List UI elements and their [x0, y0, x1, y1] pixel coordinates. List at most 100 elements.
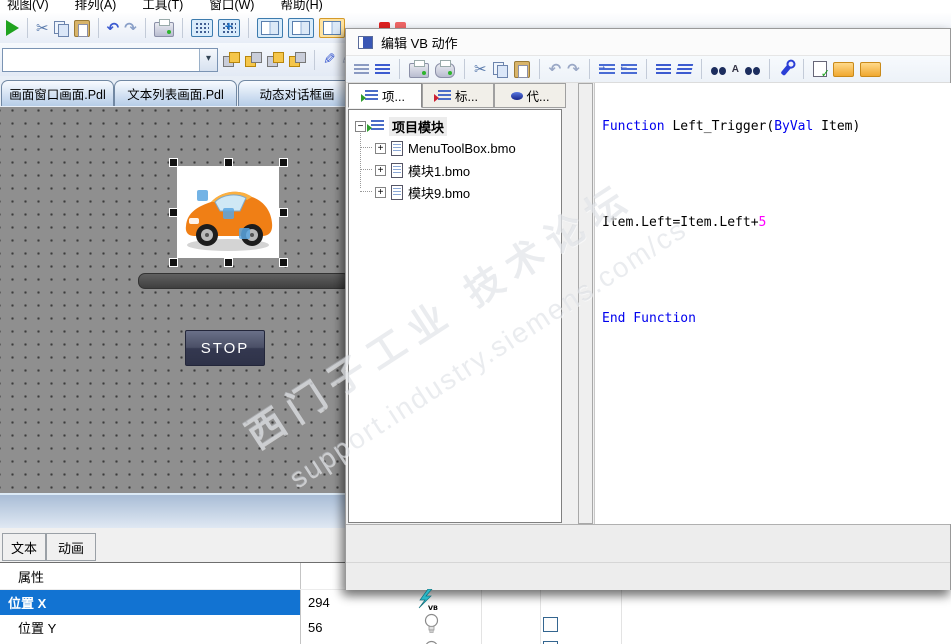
separator	[247, 18, 249, 38]
module-tree[interactable]: − 项目模块 + MenuToolBox.bmo + 模块1.bmo + 模块9…	[348, 109, 562, 523]
backward-one-icon[interactable]	[289, 52, 306, 67]
tab-text-list[interactable]: 文本列表画面.Pdl	[114, 80, 237, 106]
expand-icon[interactable]: +	[375, 186, 386, 198]
snap-icon	[221, 18, 236, 34]
tree-item[interactable]: + 模块9.bmo	[375, 182, 470, 202]
tab-picture-window[interactable]: 画面窗口画面.Pdl	[1, 80, 114, 106]
lightbulb-icon[interactable]	[424, 613, 439, 637]
dialog-title: 编辑 VB 动作	[381, 35, 458, 51]
lightbulb-icon[interactable]	[424, 640, 439, 644]
active-tool-button[interactable]	[318, 18, 345, 38]
undo-icon[interactable]: ↶	[549, 62, 562, 77]
attribute-value[interactable]: 56	[300, 620, 322, 635]
paste-icon[interactable]	[513, 60, 530, 78]
car-image	[185, 190, 273, 251]
replace-icon[interactable]: A	[732, 64, 739, 75]
indirect-checkbox[interactable]	[543, 617, 558, 632]
check-syntax-icon[interactable]: ✓	[812, 61, 830, 80]
tab-animation[interactable]: 动画	[46, 533, 96, 561]
collapse-icon[interactable]: −	[355, 120, 366, 132]
expand-icon[interactable]: +	[375, 142, 386, 154]
attribute-value[interactable]: 294	[300, 595, 330, 610]
copy-icon[interactable]	[53, 21, 69, 37]
selection-handle[interactable]	[224, 158, 233, 167]
action-list-icon[interactable]	[354, 63, 369, 75]
dialog-titlebar[interactable]: 编辑 VB 动作	[346, 29, 950, 55]
outdent-icon[interactable]: ←	[618, 60, 637, 75]
table-row[interactable]: 位置 Y 56	[0, 615, 951, 640]
sorted-list-icon[interactable]	[375, 63, 390, 75]
separator	[27, 18, 28, 38]
print-icon[interactable]	[153, 19, 174, 37]
combobox-dropdown-icon[interactable]: ▾	[199, 48, 217, 71]
edit-vb-action-dialog: 编辑 VB 动作 ✂ ↶ ↷ → ← A ✓ 项... 标... 代... − …	[345, 28, 951, 590]
find-icon[interactable]	[710, 66, 726, 76]
module-icon	[434, 89, 452, 102]
library-toggle-button[interactable]	[256, 18, 283, 38]
vb-action-icon[interactable]: VB	[417, 588, 439, 612]
bmo-file-icon	[391, 184, 403, 200]
car-graphic-object[interactable]	[177, 166, 279, 258]
selection-handle[interactable]	[169, 208, 178, 217]
menu-arrange[interactable]: 排列(A)	[75, 0, 117, 13]
grid-toggle-button[interactable]	[190, 19, 213, 37]
tab-text[interactable]: 文本	[2, 533, 46, 561]
redo-icon[interactable]: ↷	[124, 21, 137, 36]
send-to-back-icon[interactable]	[245, 52, 262, 67]
expand-icon[interactable]: +	[375, 164, 386, 176]
stop-button[interactable]: STOP	[185, 330, 265, 366]
tab-project-modules[interactable]: 项...	[348, 83, 422, 108]
tree-item-label[interactable]: 模块1.bmo	[408, 161, 470, 180]
uncomment-icon[interactable]	[675, 63, 693, 75]
selection-handle[interactable]	[224, 258, 233, 267]
table-row[interactable]: 位置 X 294	[0, 590, 951, 615]
copy-icon[interactable]	[492, 62, 508, 78]
tab-dynamic-dialog[interactable]: 动态对话框画	[238, 80, 356, 106]
tree-item[interactable]: + MenuToolBox.bmo	[375, 138, 516, 158]
run-icon[interactable]	[6, 20, 19, 36]
objects-toggle-button[interactable]	[287, 18, 314, 38]
tab-label: 代...	[526, 90, 550, 104]
find-next-icon[interactable]	[744, 66, 760, 76]
cut-icon[interactable]: ✂	[474, 62, 487, 77]
tree-item-label[interactable]: MenuToolBox.bmo	[408, 141, 516, 156]
indent-icon[interactable]: →	[597, 61, 615, 75]
selection-handle[interactable]	[279, 208, 288, 217]
code-editor[interactable]: Function Left_Trigger(ByVal Item) Item.L…	[594, 83, 951, 524]
wincc-graphics-designer: 视图(V) 排列(A) 工具(T) 窗口(W) 帮助(H) ✂ ↶ ↷ ▾	[0, 0, 951, 644]
module-box-icon[interactable]	[832, 61, 854, 77]
selection-handle[interactable]	[279, 258, 288, 267]
menu-help[interactable]: 帮助(H)	[280, 0, 322, 13]
print-preview-icon[interactable]	[435, 60, 455, 78]
tab-code[interactable]: 代...	[494, 83, 566, 108]
slider-track[interactable]	[138, 273, 350, 289]
selection-handle[interactable]	[279, 158, 288, 167]
snap-toggle-button[interactable]	[217, 18, 240, 37]
bring-to-front-icon[interactable]	[223, 52, 240, 67]
selection-handle[interactable]	[169, 258, 178, 267]
menu-view[interactable]: 视图(V)	[7, 0, 49, 13]
tree-root-row[interactable]: − 项目模块	[355, 116, 448, 136]
tab-standard-modules[interactable]: 标...	[422, 83, 494, 108]
paste-icon[interactable]	[73, 19, 90, 37]
code-margin-gutter[interactable]	[578, 83, 593, 524]
undo-icon[interactable]: ↶	[107, 21, 120, 36]
module-box-icon[interactable]	[859, 61, 881, 77]
menu-window[interactable]: 窗口(W)	[209, 0, 254, 13]
separator	[538, 59, 540, 79]
dialog-window-icon	[358, 35, 373, 49]
zoom-combobox[interactable]: ▾	[2, 47, 218, 72]
wrench-icon[interactable]	[780, 62, 793, 76]
cut-icon[interactable]: ✂	[36, 21, 49, 36]
selection-handle[interactable]	[169, 158, 178, 167]
redo-icon[interactable]: ↷	[567, 62, 580, 77]
arrow-left-glyph: ←	[618, 60, 629, 72]
comment-icon[interactable]	[655, 63, 671, 75]
print-icon[interactable]	[409, 60, 429, 78]
dynamic-wizard-icon[interactable]: ✎	[323, 51, 336, 68]
forward-one-icon[interactable]	[267, 52, 284, 67]
tree-item[interactable]: + 模块1.bmo	[375, 160, 470, 180]
tree-root-label[interactable]: 项目模块	[389, 116, 448, 136]
menu-tools[interactable]: 工具(T)	[142, 0, 183, 13]
tree-item-label[interactable]: 模块9.bmo	[408, 183, 470, 202]
